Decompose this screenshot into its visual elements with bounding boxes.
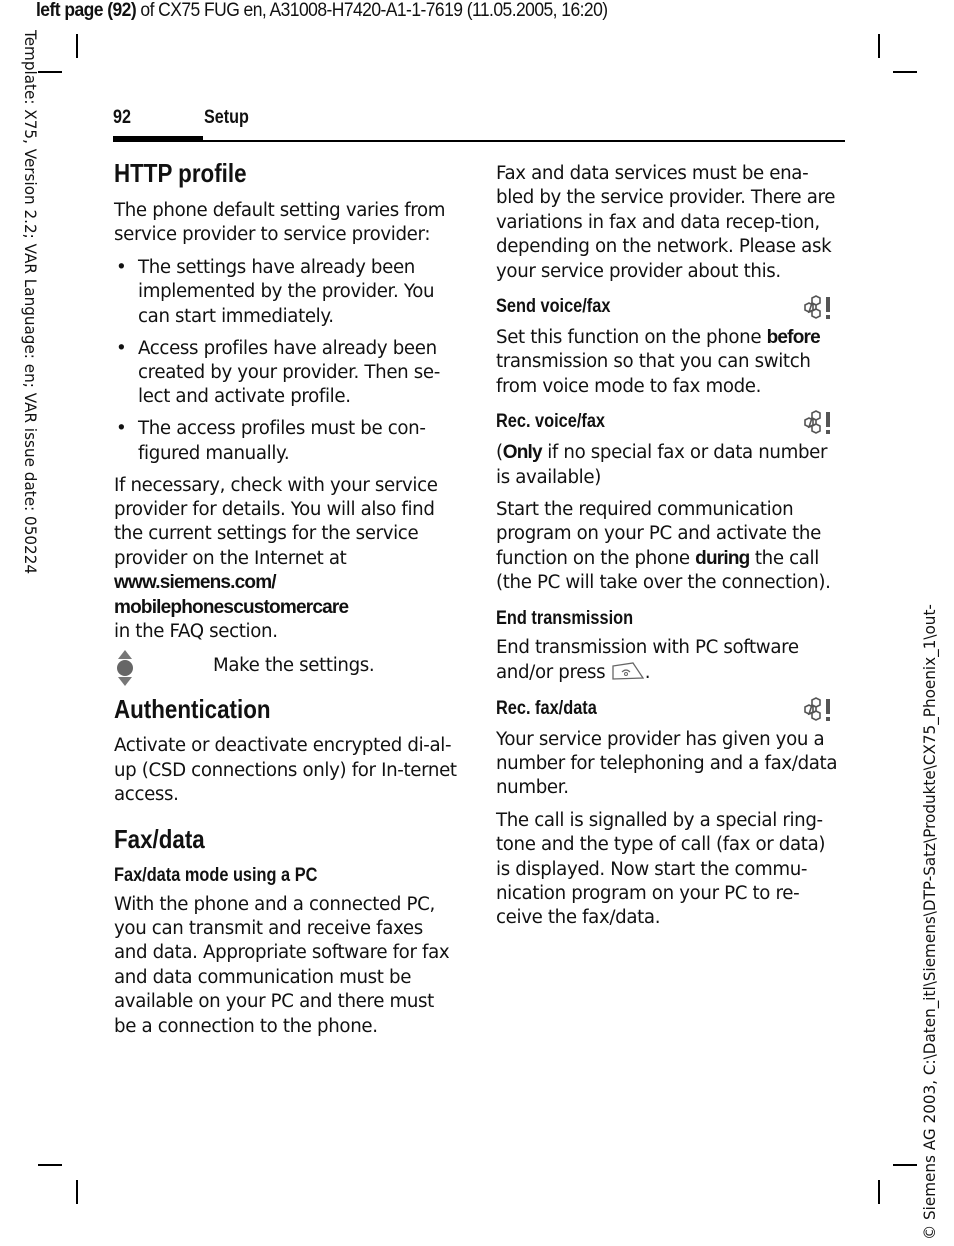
make-settings-text: Make the settings. xyxy=(213,655,375,677)
heading-end-transmission: End transmission xyxy=(496,607,634,629)
crop-mark xyxy=(38,71,62,73)
network-dependent-icon xyxy=(804,696,830,721)
list-item: The settings have already been implement… xyxy=(114,256,459,329)
right-margin-copyright: © Siemens AG 2003, C:\Daten_itl\Siemens\… xyxy=(920,550,944,1240)
crop-mark xyxy=(38,1164,62,1166)
heading-rec-fax-data: Rec. fax/data xyxy=(496,697,597,719)
list-item: The access profiles must be con-figured … xyxy=(114,417,459,466)
network-dependent-icon xyxy=(804,295,830,320)
left-column: HTTP profile The phone default setting v… xyxy=(114,158,459,1039)
emphasis-before: before xyxy=(766,327,821,349)
crop-mark xyxy=(893,1164,917,1166)
rec-fax-data-text1: Your service provider has given you a nu… xyxy=(496,728,838,799)
authentication-text: Activate or deactivate encrypted di-al-u… xyxy=(114,735,457,806)
subheading-fax-data-pc: Fax/data mode using a PC xyxy=(114,864,318,886)
instruction-row: Make the settings. xyxy=(114,648,459,687)
end-call-key-icon xyxy=(612,662,644,680)
print-meta-bold: left page (92) xyxy=(36,0,137,21)
heading-rec-voice-fax: Rec. voice/fax xyxy=(496,411,606,433)
print-meta-rest: of CX75 FUG en, A31008-H7420-A1-1-7619 (… xyxy=(136,0,608,21)
rec-voice-fax-note: (Only if no special fax or data number i… xyxy=(496,441,841,490)
print-meta-line: left page (92) of CX75 FUG en, A31008-H7… xyxy=(36,0,608,22)
right-column: Fax and data services must be ena-bled b… xyxy=(496,162,841,931)
text-span: Set this function on the phone xyxy=(496,327,767,349)
heading-send-voice-fax: Send voice/fax xyxy=(496,296,611,318)
text-span: transmission so that you can switch from… xyxy=(496,351,811,397)
crop-mark xyxy=(76,1180,78,1204)
section-title: Setup xyxy=(204,107,249,128)
send-voice-fax-text: Set this function on the phone before tr… xyxy=(496,326,841,399)
left-margin-text: Template: X75, Version 2.2; VAR Language… xyxy=(21,30,40,575)
text-span: if no special fax or data number is avai… xyxy=(496,442,828,488)
fax-data-text: With the phone and a connected PC, you c… xyxy=(114,893,450,1037)
page-number: 92 xyxy=(113,107,131,128)
left-margin-template-info: Template: X75, Version 2.2; VAR Language… xyxy=(18,30,40,710)
heading-fax-data: Fax/data xyxy=(114,823,205,854)
emphasis-during: during xyxy=(695,547,750,569)
send-voice-fax-heading-row: Send voice/fax xyxy=(496,295,841,322)
fax-intro-text: Fax and data services must be ena-bled b… xyxy=(496,163,836,282)
crop-mark xyxy=(878,34,880,58)
heading-http-profile: HTTP profile xyxy=(114,158,247,188)
rec-fax-data-heading-row: Rec. fax/data xyxy=(496,696,841,724)
http-profile-check-text: If necessary, check with your service pr… xyxy=(114,474,438,569)
crop-mark xyxy=(878,1180,880,1204)
rec-fax-data-text2: The call is signalled by a special ring-… xyxy=(496,809,826,929)
crop-mark xyxy=(76,34,78,58)
emphasis-only: Only xyxy=(502,442,543,464)
support-url-line1[interactable]: www.siemens.com/ xyxy=(114,571,459,595)
faq-text: in the FAQ section. xyxy=(114,621,278,642)
http-profile-bullets: The settings have already been implement… xyxy=(114,256,459,466)
header-rule xyxy=(113,140,845,142)
right-margin-text: © Siemens AG 2003, C:\Daten_itl\Siemens\… xyxy=(920,604,939,1240)
heading-authentication: Authentication xyxy=(114,694,271,725)
http-profile-intro: The phone default setting varies from se… xyxy=(114,200,446,246)
text-span: . xyxy=(644,662,651,684)
crop-mark xyxy=(893,71,917,73)
navigation-key-icon xyxy=(117,650,133,687)
text-span: ( xyxy=(496,442,503,464)
list-item: Access profiles have already been create… xyxy=(114,337,459,410)
network-dependent-icon xyxy=(804,410,830,435)
rec-voice-fax-text: Start the required communication program… xyxy=(496,498,841,596)
support-url-line2[interactable]: mobilephonescustomercare xyxy=(114,596,459,620)
end-transmission-text: End transmission with PC software and/or… xyxy=(496,636,841,686)
rec-voice-fax-heading-row: Rec. voice/fax xyxy=(496,410,841,437)
